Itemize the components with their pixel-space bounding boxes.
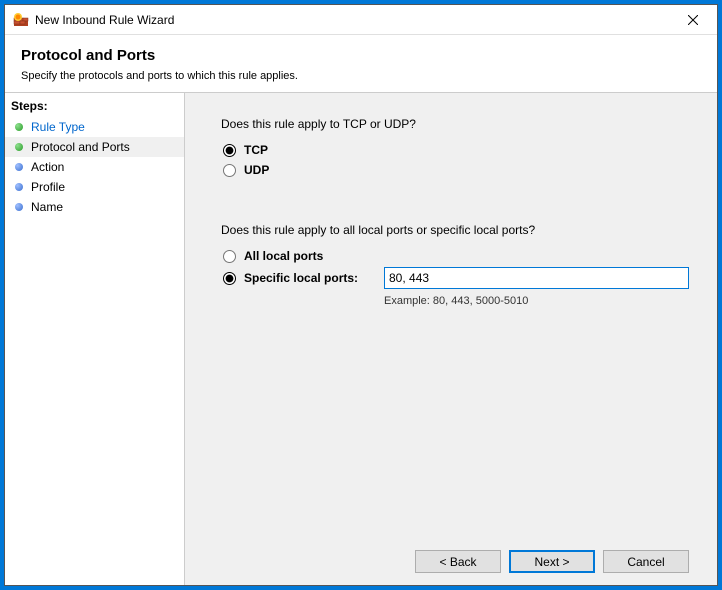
step-rule-type[interactable]: Rule Type (5, 117, 184, 137)
step-bullet-icon (15, 183, 23, 191)
close-button[interactable] (671, 6, 715, 34)
step-profile[interactable]: Profile (5, 177, 184, 197)
radio-tcp[interactable] (223, 144, 236, 157)
header: Protocol and Ports Specify the protocols… (5, 35, 717, 92)
radio-specific-ports[interactable] (223, 272, 236, 285)
step-name[interactable]: Name (5, 197, 184, 217)
steps-sidebar: Steps: Rule Type Protocol and Ports Action… (5, 93, 185, 585)
close-icon (688, 15, 698, 25)
radio-row-all-ports[interactable]: All local ports (223, 249, 689, 263)
ports-example: Example: 80, 443, 5000-5010 (384, 295, 689, 307)
radio-row-udp[interactable]: UDP (223, 163, 689, 177)
label-all-ports: All local ports (244, 249, 323, 263)
titlebar: New Inbound Rule Wizard (5, 5, 717, 35)
content-panel: Does this rule apply to TCP or UDP? TCP … (185, 93, 717, 585)
step-bullet-icon (15, 203, 23, 211)
step-label: Rule Type (31, 120, 85, 134)
button-bar: < Back Next > Cancel (221, 540, 689, 573)
step-label: Action (31, 160, 64, 174)
steps-label: Steps: (5, 97, 184, 117)
page-title: Protocol and Ports (21, 47, 701, 64)
step-label: Profile (31, 180, 65, 194)
cancel-button[interactable]: Cancel (603, 550, 689, 573)
step-bullet-icon (15, 163, 23, 171)
step-action[interactable]: Action (5, 157, 184, 177)
window-title: New Inbound Rule Wizard (35, 13, 671, 27)
radio-all-ports[interactable] (223, 250, 236, 263)
radio-udp[interactable] (223, 164, 236, 177)
step-bullet-icon (15, 143, 23, 151)
step-label: Protocol and Ports (31, 140, 130, 154)
step-protocol-and-ports[interactable]: Protocol and Ports (5, 137, 184, 157)
body: Steps: Rule Type Protocol and Ports Action… (5, 92, 717, 585)
label-udp: UDP (244, 163, 269, 177)
label-specific-ports: Specific local ports: (244, 271, 358, 285)
label-tcp: TCP (244, 143, 268, 157)
step-bullet-icon (15, 123, 23, 131)
step-label: Name (31, 200, 63, 214)
page-subtitle: Specify the protocols and ports to which… (21, 70, 701, 82)
wizard-window: New Inbound Rule Wizard Protocol and Por… (4, 4, 718, 586)
firewall-icon (13, 12, 29, 28)
question-protocol: Does this rule apply to TCP or UDP? (221, 117, 689, 131)
back-button[interactable]: < Back (415, 550, 501, 573)
question-ports: Does this rule apply to all local ports … (221, 223, 689, 237)
radio-row-tcp[interactable]: TCP (223, 143, 689, 157)
next-button[interactable]: Next > (509, 550, 595, 573)
radio-row-specific-ports[interactable]: Specific local ports: (223, 267, 689, 289)
input-specific-ports[interactable] (384, 267, 689, 289)
